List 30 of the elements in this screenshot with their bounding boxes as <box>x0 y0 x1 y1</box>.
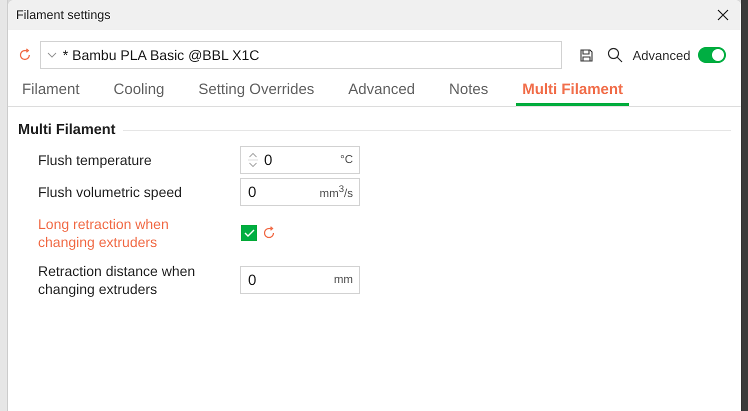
tab[interactable]: Setting Overrides <box>192 78 320 106</box>
number-field[interactable]: 0 mm <box>240 266 360 294</box>
reset-icon[interactable] <box>262 226 276 240</box>
window-title: Filament settings <box>16 8 110 22</box>
option-label: Long retraction when changing extruders <box>38 215 170 251</box>
number-field[interactable]: 0 mm$^{3}$/s <box>240 178 360 206</box>
unit-label: mm$^{3}$/s <box>320 184 353 200</box>
chevron-icon <box>46 52 57 58</box>
close-button[interactable] <box>715 7 731 23</box>
option-label: Flush volumetric speed <box>38 183 183 201</box>
reset-icon[interactable] <box>18 48 32 62</box>
section-title: Multi Filament <box>18 122 116 138</box>
option-label: Flush temperature <box>38 151 153 169</box>
tab[interactable]: Cooling <box>108 78 170 106</box>
advanced-label: Advanced <box>632 48 690 62</box>
search-icon[interactable] <box>606 47 623 63</box>
checkbox[interactable] <box>241 225 257 241</box>
unit-label: mm <box>334 274 353 286</box>
tab[interactable]: Multi Filament <box>516 78 630 106</box>
save-icon[interactable] <box>580 48 593 62</box>
tab[interactable]: Notes <box>443 78 494 106</box>
number-field[interactable]: 0 °C <box>240 146 360 174</box>
advanced-toggle[interactable] <box>698 47 726 63</box>
tab[interactable]: Advanced <box>342 78 422 106</box>
check-icon <box>244 229 254 237</box>
spinner-icon[interactable] <box>248 151 258 169</box>
option-label: Retraction distance when changing extruders <box>38 262 196 298</box>
preset-dropdown[interactable]: * Bambu PLA Basic @BBL X1C <box>40 41 562 69</box>
unit-label: °C <box>340 154 353 166</box>
tab[interactable]: Filament <box>16 78 86 106</box>
